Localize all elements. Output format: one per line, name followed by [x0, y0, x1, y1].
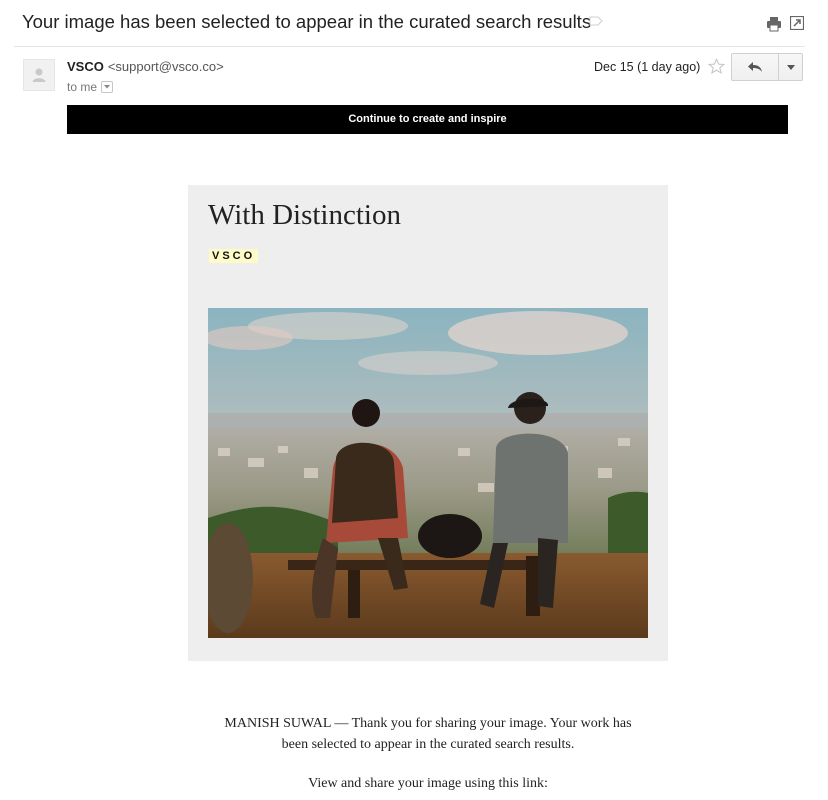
message-text: MANISH SUWAL — Thank you for sharing you…: [224, 716, 632, 752]
show-details-button[interactable]: [101, 80, 114, 93]
subject-divider: [14, 46, 805, 47]
sender-name[interactable]: VSCO: [67, 59, 104, 74]
link-intro-text: View and share your image using this lin…: [308, 776, 548, 791]
sender-avatar[interactable]: [23, 59, 55, 91]
cta-banner[interactable]: Continue to create and inspire: [67, 105, 788, 134]
recipient-label: to me: [67, 80, 98, 94]
featured-photo-image: [208, 308, 648, 638]
email-subject-bar: Your image has been selected to appear i…: [0, 0, 828, 46]
recipient-line: to me: [67, 80, 114, 94]
more-actions-button[interactable]: [778, 53, 803, 81]
chevron-down-icon: [787, 65, 795, 70]
email-subject: Your image has been selected to appear i…: [22, 11, 592, 32]
sender-email: <support@vsco.co>: [107, 59, 224, 74]
star-icon[interactable]: [708, 58, 725, 75]
card-title: With Distinction: [208, 199, 401, 231]
print-icon[interactable]: [766, 16, 782, 32]
chevron-down-icon: [104, 84, 111, 89]
reply-icon: [748, 62, 762, 72]
vsco-logo: VSCO: [209, 249, 259, 263]
reply-button[interactable]: [731, 53, 779, 81]
distinction-card: With Distinction VSCO: [188, 185, 668, 661]
popout-icon[interactable]: [790, 16, 804, 30]
person-icon: [32, 68, 46, 82]
label-icon[interactable]: [589, 16, 603, 26]
sender-line: VSCO <support@vsco.co>: [67, 59, 224, 74]
email-date: Dec 15 (1 day ago): [594, 60, 701, 74]
featured-photo[interactable]: [208, 308, 648, 638]
